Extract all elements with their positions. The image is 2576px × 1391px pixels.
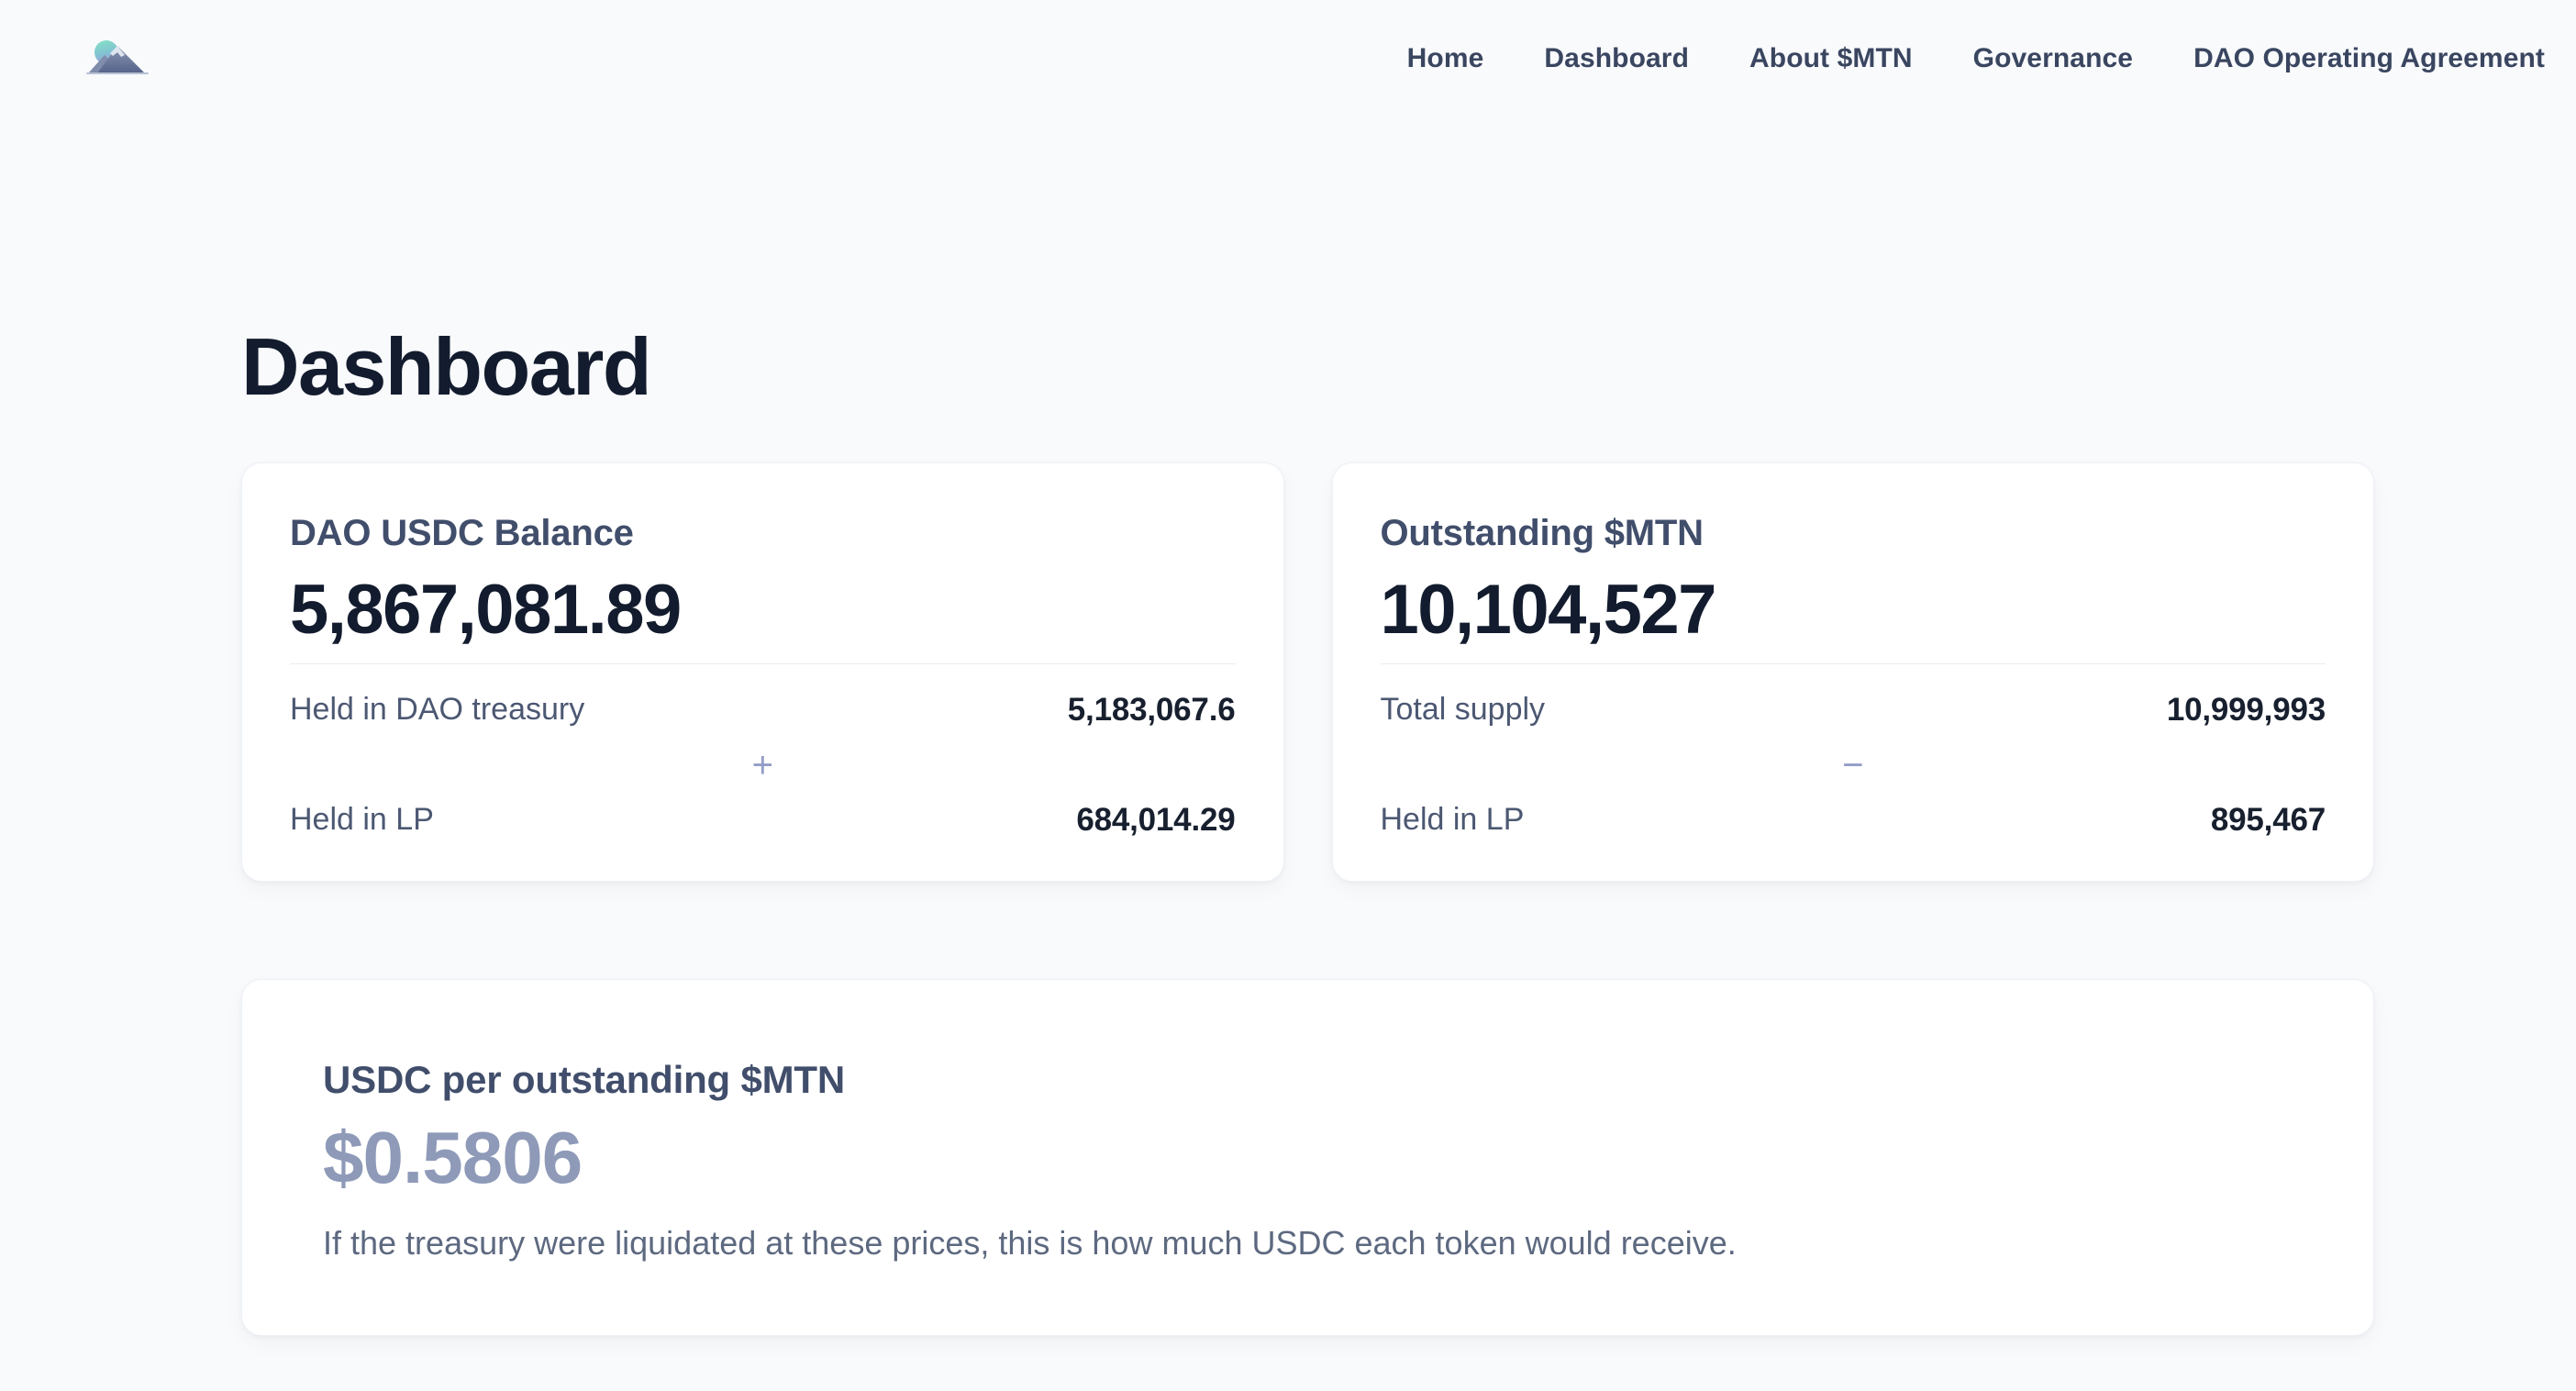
total-supply-value: 10,999,993 (2167, 692, 2326, 729)
minus-operator-icon: − (1381, 747, 2326, 784)
logo-link[interactable] (84, 37, 150, 82)
nav-link-dashboard[interactable]: Dashboard (1544, 43, 1689, 74)
held-in-dao-treasury-label: Held in DAO treasury (290, 692, 584, 728)
dao-usdc-balance-card: DAO USDC Balance 5,867,081.89 Held in DA… (241, 462, 1284, 881)
held-in-dao-treasury-value: 5,183,067.6 (1068, 692, 1236, 729)
usdc-per-mtn-value: $0.5806 (323, 1116, 2293, 1200)
usdc-per-mtn-description: If the treasury were liquidated at these… (323, 1222, 2293, 1265)
held-in-lp-label: Held in LP (290, 802, 434, 838)
card-divider (290, 663, 1236, 664)
mountain-logo-icon (84, 37, 150, 82)
outstanding-mtn-card: Outstanding $MTN 10,104,527 Total supply… (1332, 462, 2375, 881)
card-divider (1381, 663, 2326, 664)
held-in-lp-value: 895,467 (2211, 802, 2326, 839)
total-supply-row: Total supply 10,999,993 (1381, 692, 2326, 729)
usdc-per-mtn-card: USDC per outstanding $MTN $0.5806 If the… (241, 979, 2374, 1336)
page-title: Dashboard (241, 325, 2374, 409)
dashboard-content: Dashboard DAO USDC Balance 5,867,081.89 … (241, 325, 2374, 1391)
nav-link-governance[interactable]: Governance (1973, 43, 2133, 74)
held-in-dao-treasury-row: Held in DAO treasury 5,183,067.6 (290, 692, 1236, 729)
dao-usdc-balance-title: DAO USDC Balance (290, 511, 1236, 555)
held-in-lp-row: Held in LP 684,014.29 (290, 802, 1236, 839)
nav-link-dao-operating-agreement[interactable]: DAO Operating Agreement (2193, 43, 2545, 74)
total-supply-label: Total supply (1381, 692, 1546, 728)
main-nav: Home Dashboard About $MTN Governance DAO… (1407, 43, 2545, 74)
held-in-lp-value: 684,014.29 (1076, 802, 1235, 839)
plus-operator-icon: + (290, 747, 1236, 784)
outstanding-mtn-title: Outstanding $MTN (1381, 511, 2326, 555)
held-in-lp-label: Held in LP (1381, 802, 1525, 838)
top-navigation-bar: Home Dashboard About $MTN Governance DAO… (0, 0, 2576, 117)
dao-usdc-balance-value: 5,867,081.89 (290, 570, 1236, 650)
held-in-lp-row: Held in LP 895,467 (1381, 802, 2326, 839)
outstanding-mtn-value: 10,104,527 (1381, 570, 2326, 650)
usdc-per-mtn-title: USDC per outstanding $MTN (323, 1057, 2293, 1103)
stat-cards-row: DAO USDC Balance 5,867,081.89 Held in DA… (241, 462, 2374, 881)
nav-link-home[interactable]: Home (1407, 43, 1484, 74)
nav-link-about-mtn[interactable]: About $MTN (1749, 43, 1913, 74)
